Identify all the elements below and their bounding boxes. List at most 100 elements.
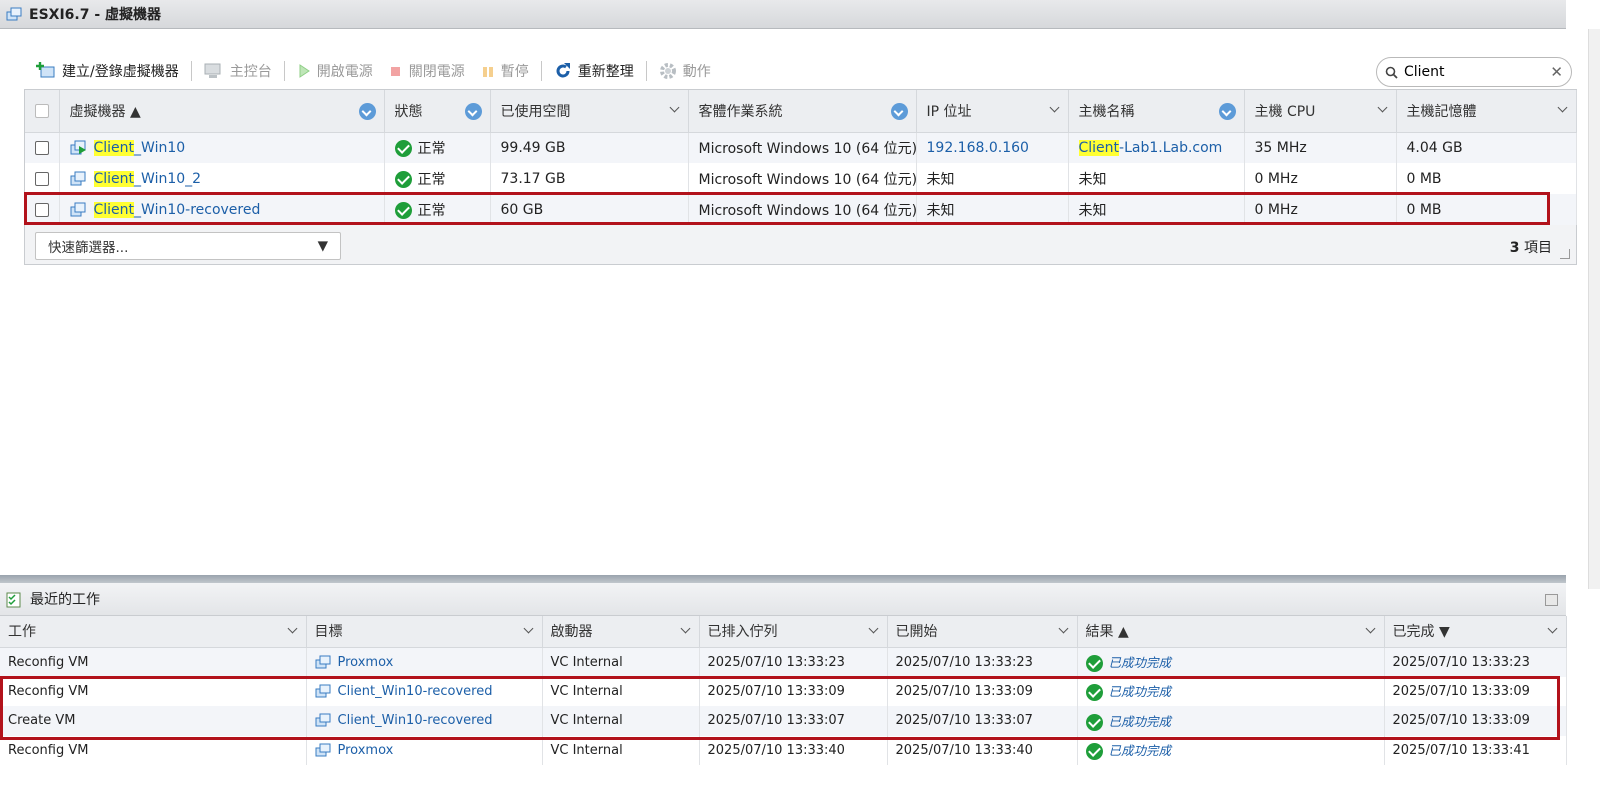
stop-icon bbox=[390, 67, 400, 76]
virtual-machines-icon bbox=[6, 7, 22, 20]
target-link[interactable]: Proxmox bbox=[338, 743, 394, 758]
column-header-task[interactable]: 工作 bbox=[0, 616, 307, 648]
chevron-down-icon[interactable] bbox=[1049, 102, 1059, 113]
dropdown-arrow-icon: ▼ bbox=[317, 238, 328, 254]
table-row[interactable]: Client_Win10-recovered 正常 60 GB Microsof… bbox=[25, 194, 1577, 225]
target-link[interactable]: Client_Win10-recovered bbox=[338, 684, 493, 699]
hostname: 未知 bbox=[1068, 163, 1245, 194]
table-row[interactable]: Client_Win10 正常 99.49 GB Microsoft Windo… bbox=[25, 132, 1577, 163]
row-checkbox[interactable] bbox=[35, 171, 49, 186]
toolbar-divider bbox=[540, 61, 542, 81]
ok-status-icon bbox=[394, 171, 412, 188]
toolbar-divider bbox=[645, 61, 647, 81]
select-all-column[interactable] bbox=[25, 90, 60, 133]
chevron-down-icon[interactable] bbox=[287, 623, 297, 634]
vm-grid: 虛擬機器 ▲ 狀態 已使用空間 客體作業系統 IP 位址 主機名稱 主機 CPU… bbox=[24, 89, 1577, 265]
search-box[interactable]: ✕ bbox=[1376, 57, 1572, 87]
column-header-started[interactable]: 已開始 bbox=[887, 616, 1078, 648]
create-vm-icon bbox=[36, 62, 55, 78]
hostname: 未知 bbox=[1068, 194, 1245, 225]
column-header-host-cpu[interactable]: 主機 CPU bbox=[1244, 90, 1397, 133]
row-checkbox[interactable] bbox=[35, 202, 49, 217]
column-header-vm[interactable]: 虛擬機器 ▲ bbox=[59, 90, 385, 133]
table-row[interactable]: Reconfig VM Client_Win10-recovered VC In… bbox=[0, 676, 1567, 706]
refresh-icon bbox=[556, 63, 570, 78]
clear-search-icon[interactable]: ✕ bbox=[1550, 63, 1563, 81]
chevron-down-icon[interactable] bbox=[523, 623, 533, 634]
column-menu-icon[interactable] bbox=[358, 103, 376, 120]
chevron-down-icon[interactable] bbox=[1058, 623, 1068, 634]
select-all-checkbox[interactable] bbox=[35, 103, 49, 118]
column-header-result[interactable]: 結果 ▲ bbox=[1077, 616, 1385, 648]
tasks-icon bbox=[6, 592, 21, 607]
column-header-host-memory[interactable]: 主機記憶體 bbox=[1396, 90, 1577, 133]
search-input[interactable] bbox=[1404, 64, 1551, 80]
column-menu-icon[interactable] bbox=[1218, 103, 1236, 120]
table-row[interactable]: Reconfig VM Proxmox VC Internal 2025/07/… bbox=[0, 647, 1567, 677]
power-off-label: 關閉電源 bbox=[408, 64, 465, 80]
suspend-button[interactable]: 暫停 bbox=[473, 57, 537, 85]
vm-name-link[interactable]: Client_Win10 bbox=[93, 139, 185, 156]
window-title: ESXI6.7 - 虛擬機器 bbox=[29, 7, 162, 23]
ok-status-icon bbox=[1085, 655, 1103, 672]
ok-status-icon bbox=[1085, 684, 1103, 702]
search-icon bbox=[1385, 66, 1398, 79]
vm-name-link[interactable]: Client_Win10-recovered bbox=[93, 201, 260, 218]
gear-icon bbox=[659, 63, 676, 79]
column-menu-icon[interactable] bbox=[890, 103, 908, 120]
chevron-down-icon[interactable] bbox=[680, 623, 690, 634]
column-header-used-space[interactable]: 已使用空間 bbox=[490, 90, 689, 133]
quick-filter-select[interactable]: 快速篩選器... ▼ bbox=[35, 232, 341, 260]
refresh-label: 重新整理 bbox=[577, 64, 634, 80]
target-link[interactable]: Proxmox bbox=[338, 655, 394, 670]
column-header-target[interactable]: 目標 bbox=[306, 616, 543, 648]
item-count: 3 項目 bbox=[1509, 240, 1552, 256]
console-button[interactable]: 主控台 bbox=[196, 57, 280, 85]
actions-button[interactable]: 動作 bbox=[651, 57, 719, 85]
table-row[interactable]: Create VM Client_Win10-recovered VC Inte… bbox=[0, 706, 1567, 736]
column-header-queued[interactable]: 已排入佇列 bbox=[699, 616, 888, 648]
maximize-icon[interactable] bbox=[1545, 594, 1558, 606]
panel-splitter[interactable] bbox=[0, 575, 1566, 583]
power-off-button[interactable]: 關閉電源 bbox=[381, 57, 473, 85]
column-header-completed[interactable]: 已完成 ▼ bbox=[1384, 616, 1567, 648]
grid-footer: 快速篩選器... ▼ 3 項目 bbox=[25, 228, 1576, 264]
pause-icon bbox=[482, 67, 493, 77]
refresh-button[interactable]: 重新整理 bbox=[546, 57, 642, 85]
recent-tasks-table: 工作 目標 啟動器 已排入佇列 已開始 結果 ▲ 已完成 ▼ Reconfig … bbox=[0, 616, 1567, 765]
row-checkbox[interactable] bbox=[35, 140, 49, 155]
toolbar-divider bbox=[283, 61, 285, 81]
target-link[interactable]: Client_Win10-recovered bbox=[338, 713, 493, 728]
chevron-down-icon[interactable] bbox=[669, 102, 679, 113]
chevron-down-icon[interactable] bbox=[1557, 102, 1567, 113]
table-row[interactable]: Reconfig VM Proxmox VC Internal 2025/07/… bbox=[0, 735, 1567, 765]
resize-grip-icon[interactable] bbox=[1560, 249, 1570, 259]
power-on-button[interactable]: 開啟電源 bbox=[289, 57, 381, 85]
vm-name-link[interactable]: Client_Win10_2 bbox=[93, 170, 201, 187]
quick-filter-label: 快速篩選器... bbox=[48, 240, 129, 256]
vm-powered-on-icon bbox=[70, 140, 86, 155]
toolbar-divider bbox=[190, 61, 192, 81]
ip-address: 192.168.0.160 bbox=[916, 132, 1069, 163]
chevron-down-icon[interactable] bbox=[1547, 623, 1557, 634]
vm-toolbar: 建立/登錄虛擬機器 主控台 開啟電源 關閉電源 暫停 重新整理 動作 bbox=[28, 57, 719, 85]
table-row[interactable]: Client_Win10_2 正常 73.17 GB Microsoft Win… bbox=[25, 163, 1577, 194]
console-label: 主控台 bbox=[229, 64, 272, 80]
suspend-label: 暫停 bbox=[500, 64, 529, 80]
column-header-status[interactable]: 狀態 bbox=[384, 90, 491, 133]
column-menu-icon[interactable] bbox=[464, 103, 482, 120]
column-header-ip[interactable]: IP 位址 bbox=[916, 90, 1069, 133]
recent-tasks-header: 最近的工作 bbox=[0, 583, 1566, 616]
vm-icon bbox=[315, 684, 330, 698]
column-header-guest-os[interactable]: 客體作業系統 bbox=[688, 90, 917, 133]
column-header-initiator[interactable]: 啟動器 bbox=[542, 616, 700, 648]
column-header-hostname[interactable]: 主機名稱 bbox=[1068, 90, 1245, 133]
vm-table: 虛擬機器 ▲ 狀態 已使用空間 客體作業系統 IP 位址 主機名稱 主機 CPU… bbox=[25, 90, 1577, 225]
chevron-down-icon[interactable] bbox=[868, 623, 878, 634]
chevron-down-icon[interactable] bbox=[1377, 102, 1387, 113]
create-register-vm-button[interactable]: 建立/登錄虛擬機器 bbox=[28, 57, 187, 85]
actions-label: 動作 bbox=[682, 64, 711, 80]
ok-status-icon bbox=[394, 202, 412, 219]
page-scrollbar[interactable] bbox=[1588, 29, 1600, 589]
chevron-down-icon[interactable] bbox=[1365, 623, 1375, 634]
